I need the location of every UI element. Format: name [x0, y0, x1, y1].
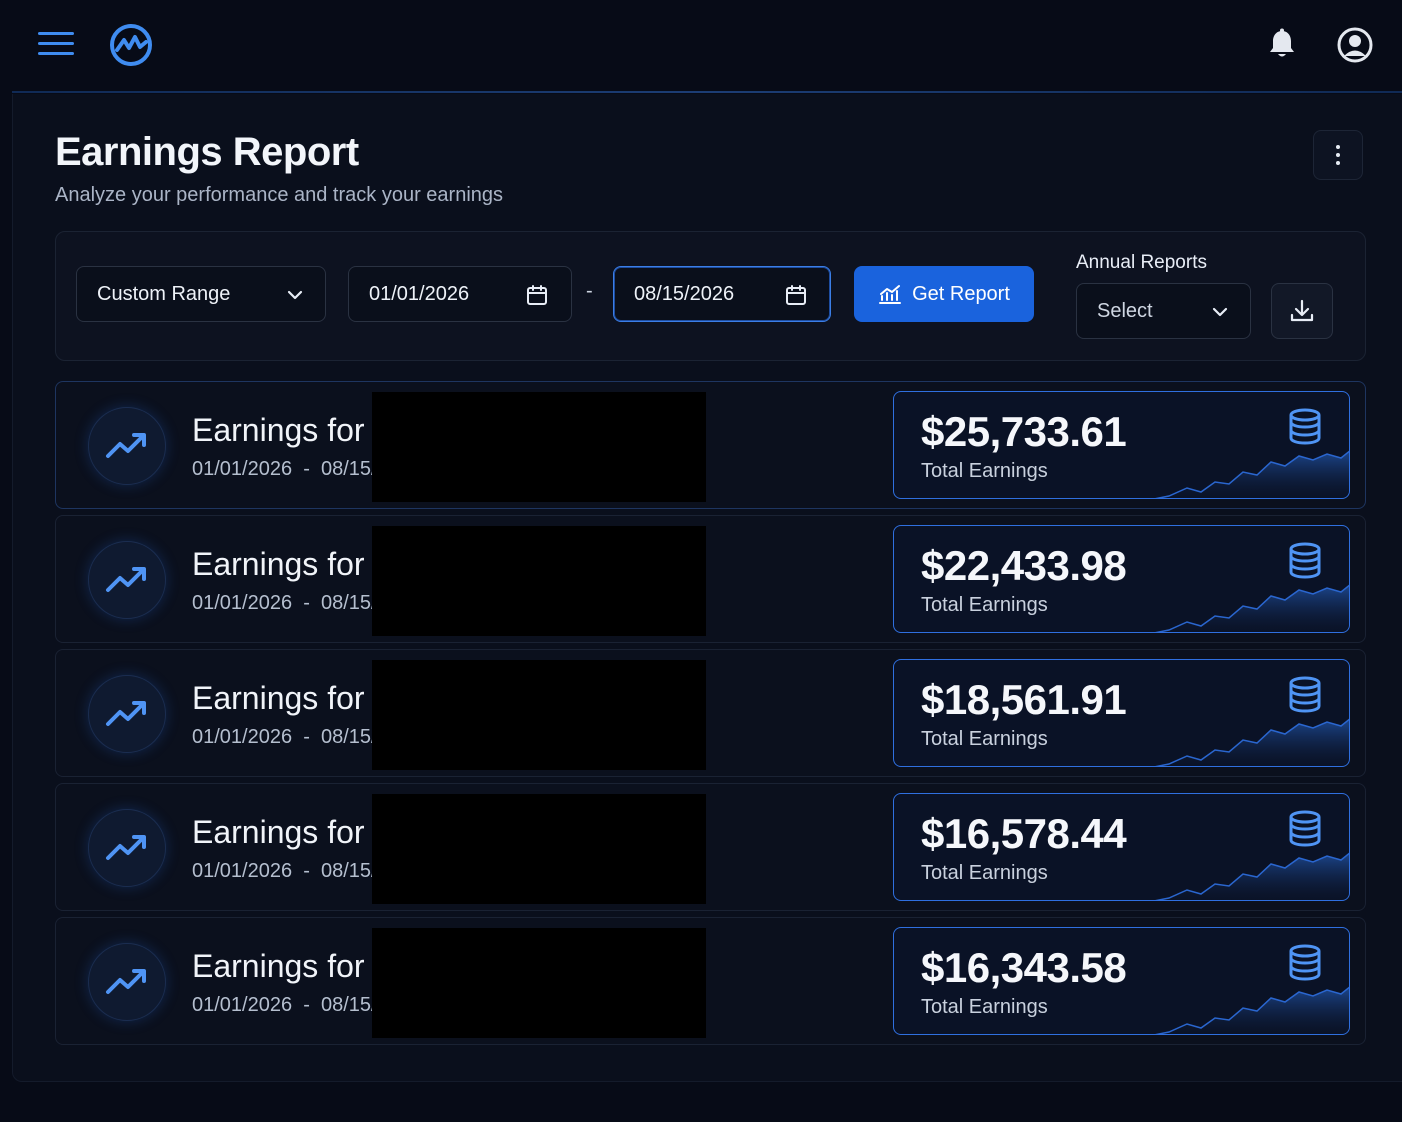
earnings-row[interactable]: Earnings for 01/01/2026 - 08/15/2026 $16… — [55, 917, 1366, 1045]
trending-up-icon — [88, 809, 166, 887]
redacted-area — [372, 660, 706, 770]
coins-stack-icon — [1289, 542, 1321, 579]
total-earnings-card: $25,733.61 Total Earnings — [893, 391, 1350, 499]
calendar-icon[interactable] — [784, 283, 808, 307]
total-earnings-amount: $16,578.44 — [921, 810, 1127, 857]
total-earnings-card: $22,433.98 Total Earnings — [893, 525, 1350, 633]
row-title: Earnings for — [192, 680, 365, 716]
total-earnings-label: Total Earnings — [921, 862, 1048, 884]
earnings-row[interactable]: Earnings for 01/01/2026 - 08/15/2026 $18… — [55, 649, 1366, 777]
sparkline — [1155, 718, 1349, 766]
redacted-area — [372, 526, 706, 636]
earnings-row[interactable]: Earnings for 01/01/2026 - 08/15/2026 $22… — [55, 515, 1366, 643]
sparkline — [1155, 584, 1349, 632]
coins-stack-icon — [1289, 676, 1321, 713]
end-date-value: 08/15/2026 — [634, 282, 735, 305]
header-divider — [12, 91, 1402, 93]
total-earnings-amount: $18,561.91 — [921, 676, 1127, 723]
date-separator: - — [586, 280, 593, 302]
earnings-row[interactable]: Earnings for 01/01/2026 - 08/15/2026 $25… — [55, 381, 1366, 509]
page-title: Earnings Report — [55, 130, 359, 174]
sparkline — [1155, 450, 1349, 498]
hamburger-menu-icon[interactable] — [38, 30, 78, 60]
total-earnings-amount: $22,433.98 — [921, 542, 1127, 589]
bell-icon[interactable] — [1264, 26, 1300, 62]
annual-reports-select[interactable]: Select — [1076, 283, 1251, 339]
get-report-button[interactable]: Get Report — [854, 266, 1034, 322]
end-date-input[interactable]: 08/15/2026 — [613, 266, 831, 322]
page-subtitle: Analyze your performance and track your … — [55, 184, 504, 206]
row-title: Earnings for — [192, 546, 365, 582]
total-earnings-label: Total Earnings — [921, 594, 1048, 616]
filter-bar: Custom Range 01/01/2026 - 08/15/2026 Get… — [55, 231, 1366, 361]
sparkline — [1155, 986, 1349, 1034]
redacted-area — [372, 392, 706, 502]
total-earnings-amount: $16,343.58 — [921, 944, 1127, 991]
trending-up-icon — [88, 675, 166, 753]
chevron-down-icon — [1212, 307, 1228, 317]
total-earnings-label: Total Earnings — [921, 460, 1048, 482]
brand-logo-icon[interactable] — [108, 22, 154, 68]
row-title: Earnings for — [192, 814, 365, 850]
chevron-down-icon — [287, 290, 303, 300]
total-earnings-card: $16,343.58 Total Earnings — [893, 927, 1350, 1035]
sparkline — [1155, 852, 1349, 900]
coins-stack-icon — [1289, 944, 1321, 981]
total-earnings-amount: $25,733.61 — [921, 408, 1127, 455]
start-date-input[interactable]: 01/01/2026 — [348, 266, 572, 322]
row-title: Earnings for — [192, 412, 365, 448]
calendar-icon[interactable] — [525, 283, 549, 307]
coins-stack-icon — [1289, 408, 1321, 445]
total-earnings-card: $16,578.44 Total Earnings — [893, 793, 1350, 901]
user-circle-icon[interactable] — [1335, 25, 1375, 65]
download-button[interactable] — [1271, 283, 1333, 339]
total-earnings-card: $18,561.91 Total Earnings — [893, 659, 1350, 767]
earnings-list: Earnings for 01/01/2026 - 08/15/2026 $25… — [55, 381, 1366, 1051]
row-title: Earnings for — [192, 948, 365, 984]
get-report-label: Get Report — [912, 282, 1010, 305]
range-select[interactable]: Custom Range — [76, 266, 326, 322]
more-vertical-icon[interactable] — [1313, 130, 1363, 180]
annual-reports-label: Annual Reports — [1076, 252, 1207, 273]
trending-up-icon — [88, 407, 166, 485]
main-panel: Earnings Report Analyze your performance… — [12, 94, 1402, 1082]
download-icon — [1290, 299, 1314, 322]
trending-up-icon — [88, 541, 166, 619]
total-earnings-label: Total Earnings — [921, 996, 1048, 1018]
redacted-area — [372, 928, 706, 1038]
coins-stack-icon — [1289, 810, 1321, 847]
total-earnings-label: Total Earnings — [921, 728, 1048, 750]
range-select-value: Custom Range — [97, 282, 231, 305]
top-bar — [0, 0, 1402, 92]
earnings-row[interactable]: Earnings for 01/01/2026 - 08/15/2026 $16… — [55, 783, 1366, 911]
annual-select-value: Select — [1097, 299, 1153, 322]
start-date-value: 01/01/2026 — [369, 282, 470, 305]
chart-icon — [879, 285, 902, 304]
trending-up-icon — [88, 943, 166, 1021]
redacted-area — [372, 794, 706, 904]
